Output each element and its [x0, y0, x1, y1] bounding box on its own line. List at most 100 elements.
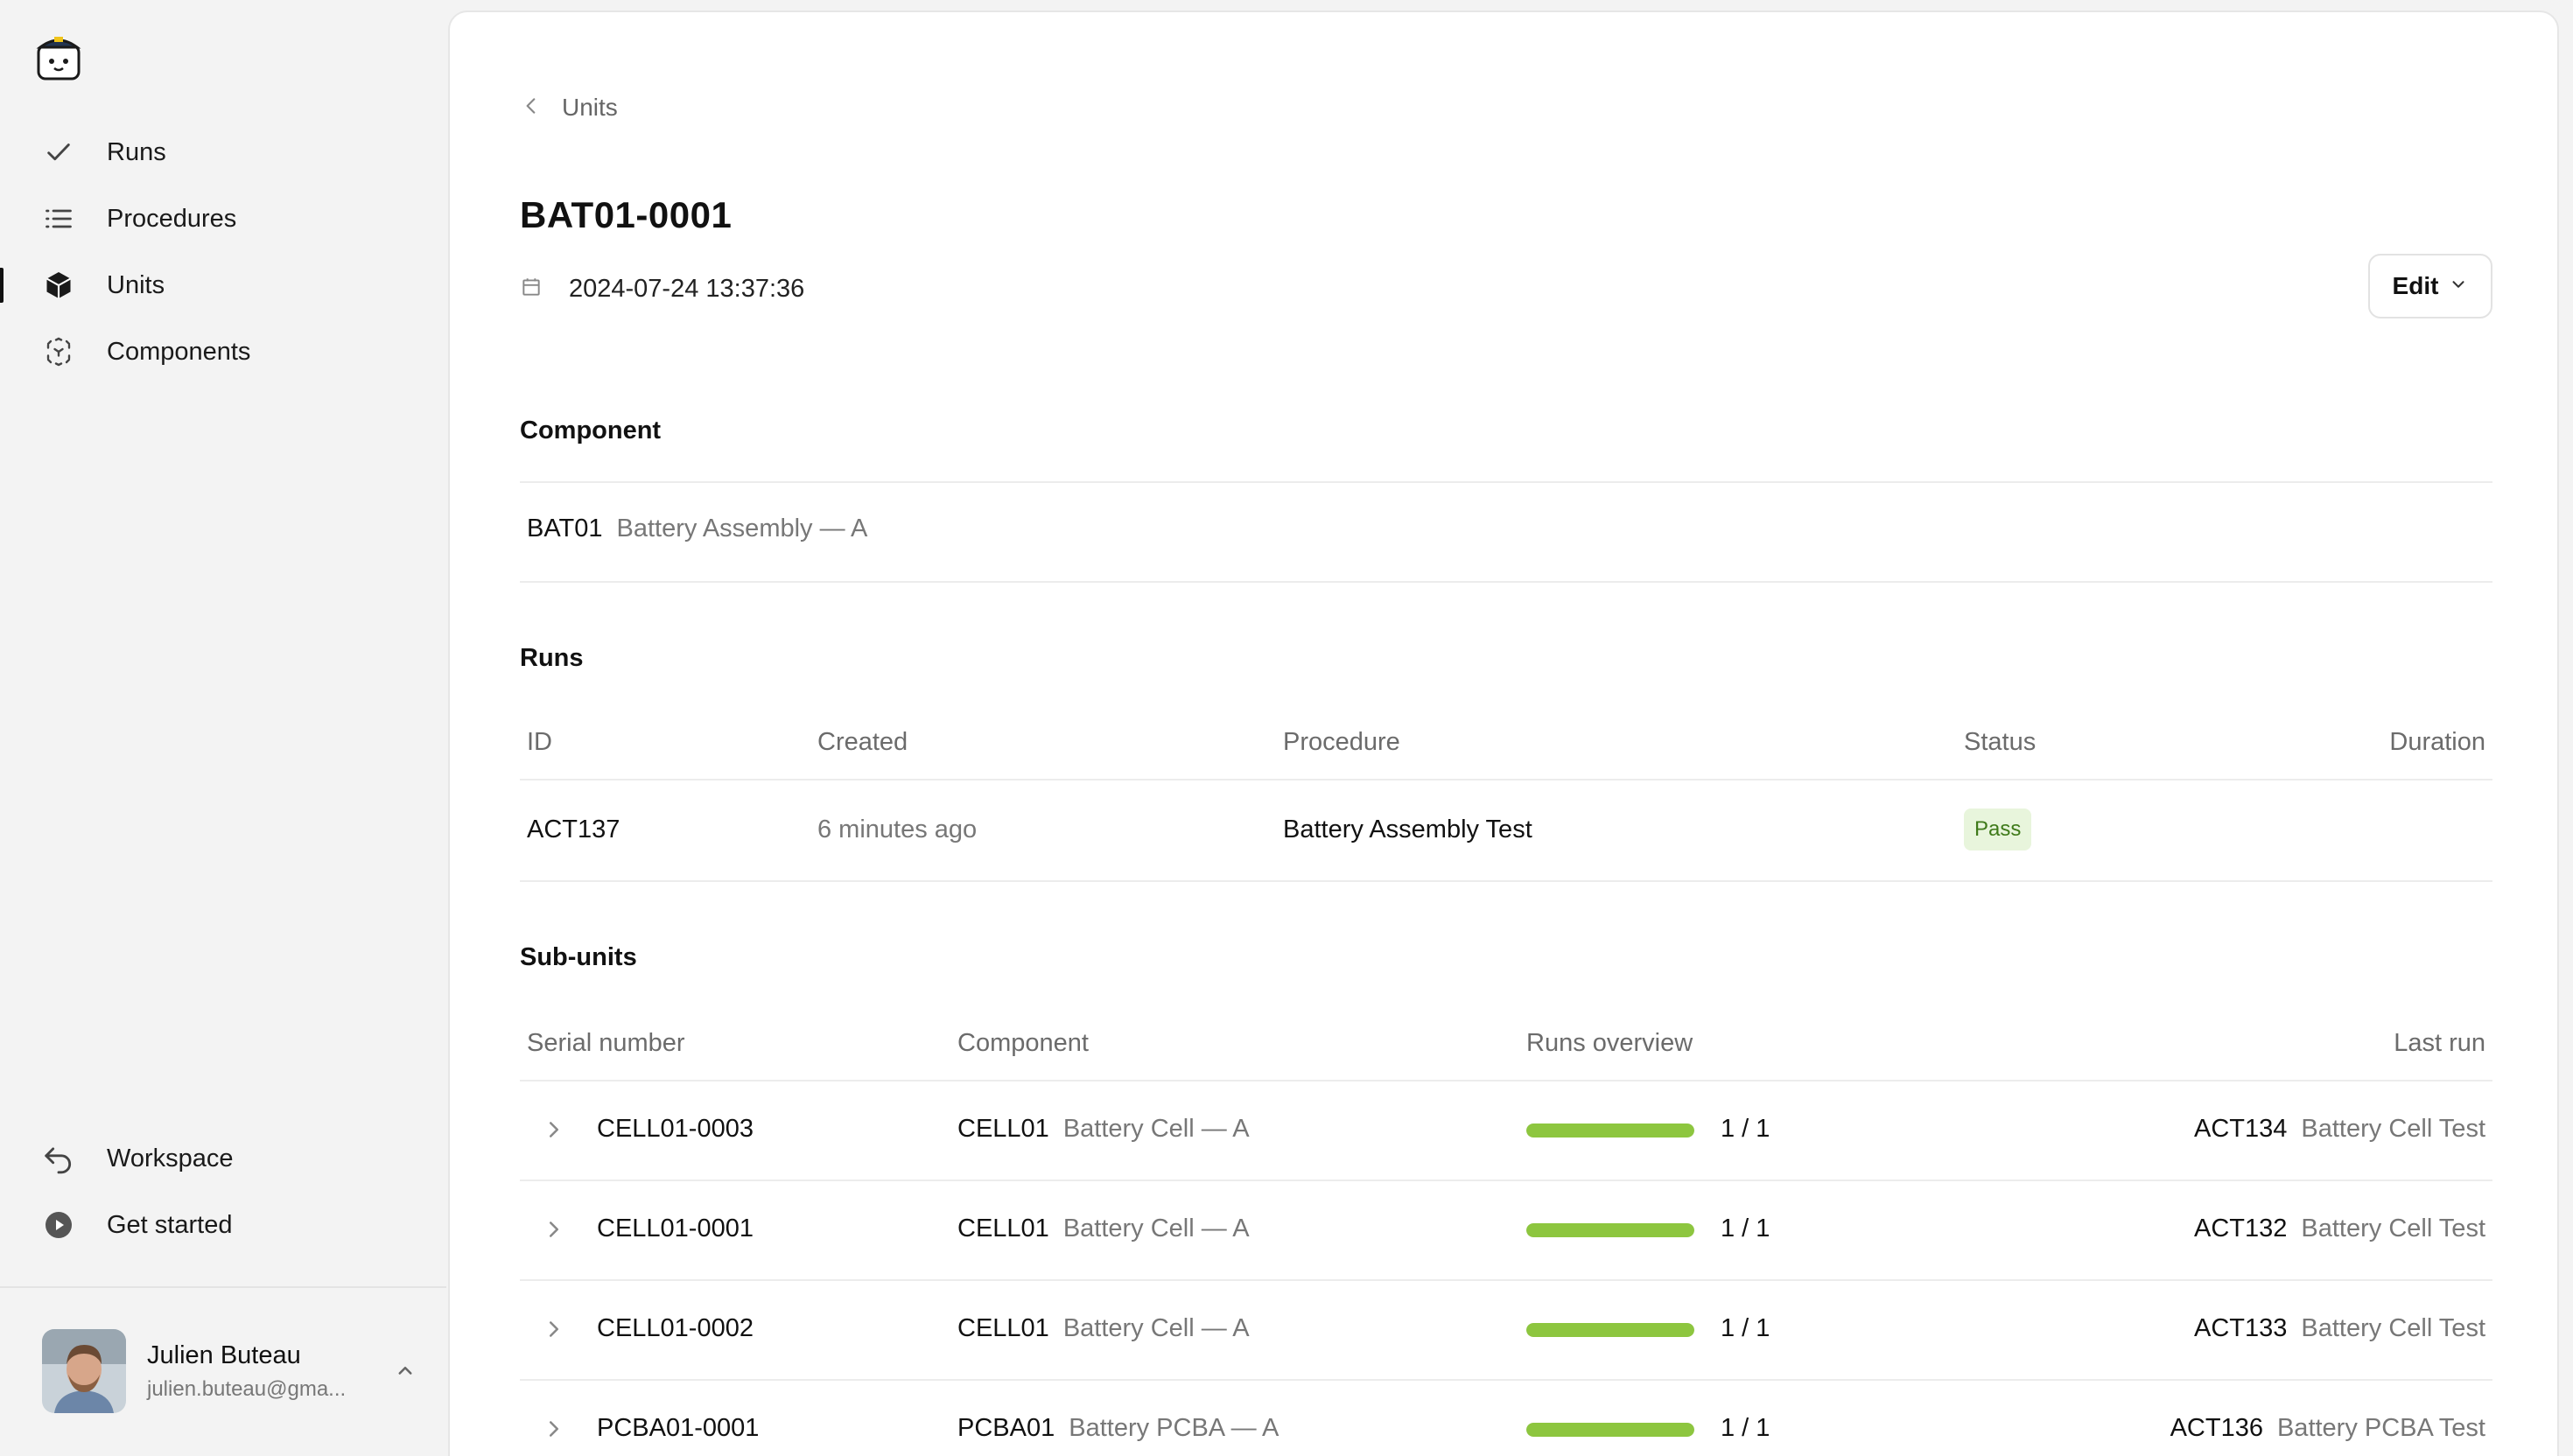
serial-number[interactable]: PCBA01-0001 [597, 1414, 759, 1443]
runs-count: 1 / 1 [1721, 1414, 1770, 1442]
table-row[interactable]: CELL01-0003 CELL01 Battery Cell — A 1 / 1 AC… [520, 1082, 2492, 1181]
column-header-created: Created [817, 728, 908, 756]
table-row[interactable]: CELL01-0001 CELL01 Battery Cell — A 1 / 1 AC… [520, 1181, 2492, 1281]
page-title: BAT01-0001 [520, 194, 733, 235]
avatar [42, 1329, 126, 1413]
sidebar: Runs Procedures Units Components Workspa… [0, 0, 446, 1456]
runs-progress-fill [1526, 1223, 1694, 1237]
runs-count: 1 / 1 [1721, 1115, 1770, 1143]
last-run-name: Battery Cell Test [2301, 1314, 2485, 1342]
component-section-title: Component [520, 416, 662, 444]
chevron-right-icon[interactable] [541, 1316, 567, 1342]
divider [520, 481, 2492, 483]
column-header-serial: Serial number [527, 1029, 685, 1057]
component-name: Battery Cell — A [1062, 1115, 1250, 1143]
nav-item-label: Get started [107, 1210, 233, 1239]
column-header-duration: Duration [2389, 728, 2485, 756]
chevron-right-icon[interactable] [541, 1116, 567, 1143]
subunit-component: CELL01 Battery Cell — A [957, 1314, 1250, 1343]
user-email: julien.buteau@gma... [147, 1376, 347, 1401]
component-code: PCBA01 [957, 1414, 1055, 1442]
main-panel: Units BAT01-0001 2024-07-24 13:37:36 Edi… [448, 10, 2559, 1456]
column-header-status: Status [1964, 728, 2037, 756]
list-icon [42, 202, 75, 235]
subunit-component: CELL01 Battery Cell — A [957, 1115, 1250, 1144]
secondary-nav: Workspace Get started [0, 1125, 446, 1258]
serial-number[interactable]: CELL01-0001 [597, 1214, 754, 1243]
breadcrumb[interactable]: Units [520, 89, 618, 126]
runs-progress-fill [1526, 1323, 1694, 1337]
chevron-right-icon[interactable] [541, 1416, 567, 1442]
runs-count: 1 / 1 [1721, 1314, 1770, 1342]
table-row[interactable]: PCBA01-0001 PCBA01 Battery PCBA — A 1 / 1 AC… [520, 1381, 2492, 1456]
component-icon [42, 335, 75, 368]
subunits-section-title: Sub-units [520, 943, 637, 971]
nav-item-workspace[interactable]: Workspace [0, 1125, 446, 1192]
subunit-component: CELL01 Battery Cell — A [957, 1214, 1250, 1243]
user-name: Julien Buteau [147, 1340, 301, 1369]
app-logo[interactable] [35, 32, 82, 82]
nav-item-get-started[interactable]: Get started [0, 1192, 446, 1258]
divider [520, 880, 2492, 882]
runs-progress-bar [1526, 1124, 1694, 1138]
breadcrumb-label: Units [562, 94, 618, 121]
run-procedure: Battery Assembly Test [1283, 816, 1532, 844]
run-created: 6 minutes ago [817, 816, 978, 844]
sidebar-divider [0, 1286, 446, 1288]
runs-progress-bar [1526, 1223, 1694, 1237]
table-row[interactable]: CELL01-0002 CELL01 Battery Cell — A 1 / 1 AC… [520, 1281, 2492, 1381]
serial-number[interactable]: CELL01-0002 [597, 1314, 754, 1343]
last-run-name: Battery Cell Test [2301, 1115, 2485, 1143]
component-link[interactable]: BAT01 Battery Assembly — A [527, 514, 867, 543]
divider [520, 779, 2492, 780]
last-run-id: ACT132 [2194, 1214, 2288, 1242]
component-name: Battery Cell — A [1062, 1314, 1250, 1342]
calendar-icon [520, 276, 543, 303]
main-nav: Runs Procedures Units Components [0, 119, 446, 385]
component-name: Battery Assembly — A [616, 514, 868, 542]
last-run[interactable]: ACT132 Battery Cell Test [2194, 1214, 2485, 1243]
chevron-up-icon [392, 1358, 418, 1384]
nav-item-label: Components [107, 337, 251, 366]
last-run[interactable]: ACT134 Battery Cell Test [2194, 1115, 2485, 1144]
column-header-id: ID [527, 728, 552, 756]
last-run-id: ACT136 [2170, 1414, 2263, 1442]
divider [520, 581, 2492, 583]
subunit-component: PCBA01 Battery PCBA — A [957, 1414, 1279, 1443]
serial-number[interactable]: CELL01-0003 [597, 1115, 754, 1144]
last-run[interactable]: ACT136 Battery PCBA Test [2170, 1414, 2485, 1443]
nav-item-units[interactable]: Units [0, 252, 446, 318]
check-icon [42, 136, 75, 169]
nav-item-runs[interactable]: Runs [0, 119, 446, 186]
status-badge: Pass [1964, 808, 2032, 850]
column-header-last-run: Last run [2394, 1029, 2485, 1057]
runs-progress-fill [1526, 1124, 1694, 1138]
column-header-procedure: Procedure [1283, 728, 1400, 756]
last-run-name: Battery Cell Test [2301, 1214, 2485, 1242]
component-name: Battery PCBA — A [1069, 1414, 1279, 1442]
component-code: CELL01 [957, 1115, 1049, 1143]
nav-item-label: Units [107, 270, 165, 299]
edit-button[interactable]: Edit [2368, 254, 2492, 318]
created-date-value: 2024-07-24 13:37:36 [569, 275, 805, 303]
runs-progress-bar [1526, 1323, 1694, 1337]
nav-item-components[interactable]: Components [0, 318, 446, 385]
last-run[interactable]: ACT133 Battery Cell Test [2194, 1314, 2485, 1343]
component-code: CELL01 [957, 1214, 1049, 1242]
chevron-right-icon[interactable] [541, 1216, 567, 1242]
back-arrow-icon [42, 1142, 75, 1175]
nav-item-label: Runs [107, 137, 166, 166]
chevron-left-icon [520, 94, 543, 122]
column-header-component: Component [957, 1029, 1089, 1057]
edit-button-label: Edit [2392, 272, 2439, 299]
nav-item-procedures[interactable]: Procedures [0, 186, 446, 252]
last-run-id: ACT134 [2194, 1115, 2288, 1143]
last-run-id: ACT133 [2194, 1314, 2288, 1342]
nav-item-label: Procedures [107, 204, 237, 233]
last-run-name: Battery PCBA Test [2276, 1414, 2485, 1442]
created-date: 2024-07-24 13:37:36 [520, 275, 804, 304]
component-code: CELL01 [957, 1314, 1049, 1342]
user-info: Julien Buteau julien.buteau@gma... [147, 1341, 387, 1402]
chevron-down-icon [2438, 275, 2468, 298]
user-menu[interactable]: Julien Buteau julien.buteau@gma... [42, 1328, 418, 1414]
